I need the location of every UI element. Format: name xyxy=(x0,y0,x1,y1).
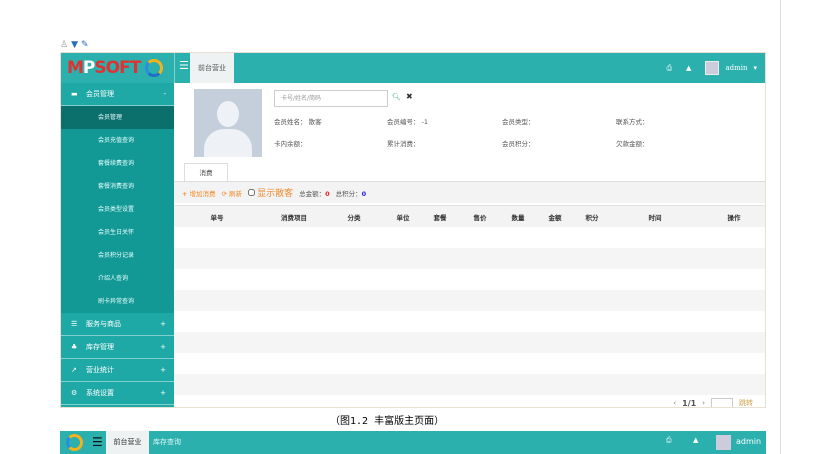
tab-front-desk[interactable]: 前台营业 xyxy=(106,431,149,454)
user-menu[interactable]: admin ▾ xyxy=(705,61,757,75)
sidebar-group-inventory[interactable]: ♣ 库存管理 + xyxy=(61,336,174,359)
tab-front-desk[interactable]: 前台营业 xyxy=(190,53,234,83)
sidebar-item[interactable]: 刷卡异常查询 xyxy=(61,290,174,313)
table-row xyxy=(174,227,765,248)
member-field: 会员编号： -1 xyxy=(387,118,429,126)
gears-icon: ⚙ xyxy=(71,389,78,397)
member-photo xyxy=(194,89,262,157)
sidebar-item[interactable]: 套餐消费查询 xyxy=(61,175,174,198)
column-header: 分类 xyxy=(347,214,361,222)
member-field: 卡内余额： xyxy=(274,140,307,148)
app-screenshot: MPSOFT ☰ 前台营业 ⎙ ▲ admin ▾ ▬ 会员管理 - 会员管理 会员充值… xyxy=(60,52,766,408)
wrench-icon[interactable]: ✎ xyxy=(81,40,89,52)
chart-icon: ↗ xyxy=(71,366,77,374)
column-header: 金额 xyxy=(548,214,562,222)
menu-icon[interactable]: ☰ xyxy=(92,435,103,449)
column-header: 单号 xyxy=(210,214,224,222)
member-field: 会员类型： xyxy=(502,118,535,126)
sidebar-group-goods[interactable]: ☰ 服务与商品 + xyxy=(61,313,174,336)
main-content: 卡号/姓名/简码 🔍︎ ✖ 会员姓名： 散客 会员编号： -1 会员类型： 联系方式… xyxy=(174,83,765,408)
sidebar-group-stats[interactable]: ↗ 营业统计 + xyxy=(61,359,174,382)
column-header: 消费项目 xyxy=(281,214,307,222)
clear-icon[interactable]: ✖ xyxy=(406,92,413,101)
sidebar-item[interactable]: 介绍人查询 xyxy=(61,267,174,290)
quick-toolbar: ♙ ▼ ✎ xyxy=(60,40,89,52)
print-icon[interactable]: ⎙ xyxy=(666,436,672,445)
tab-consumption[interactable]: 消费 xyxy=(184,163,228,181)
header: ☰ 前台营业 ⎙ ▲ admin ▾ xyxy=(174,53,765,83)
member-field: 累计消费： xyxy=(387,140,420,148)
member-field: 欠款金额： xyxy=(616,140,649,148)
sidebar-group-member[interactable]: ▬ 会员管理 - xyxy=(61,83,174,106)
table-row xyxy=(174,248,765,269)
table-row xyxy=(174,311,765,332)
user-icon[interactable]: ♙ xyxy=(60,40,68,52)
caret-down-icon: ▾ xyxy=(753,64,757,72)
avatar xyxy=(716,435,731,450)
sidebar-submenu: 会员管理 会员充值查询 套餐续费查询 套餐消费查询 会员类型设置 会员生日关怀 会员积分记录… xyxy=(61,106,174,313)
table-row xyxy=(174,374,765,395)
page-indicator: 1/1 xyxy=(682,398,697,408)
table-row xyxy=(174,269,765,290)
print-icon[interactable]: ⎙ xyxy=(666,64,672,73)
boxes-icon: ♣ xyxy=(71,343,78,351)
prev-page-icon[interactable]: ‹ xyxy=(673,399,676,407)
column-header: 时间 xyxy=(648,214,662,222)
figure-caption: （图1.2 丰富版主页面） xyxy=(330,416,445,427)
bell-icon[interactable]: ▲ xyxy=(686,64,691,72)
list-icon: ☰ xyxy=(71,320,78,328)
table-row xyxy=(174,332,765,353)
table-row xyxy=(174,290,765,311)
column-header: 售价 xyxy=(473,214,487,222)
sidebar-item[interactable]: 会员类型设置 xyxy=(61,198,174,221)
avatar xyxy=(705,61,720,75)
add-consumption-button[interactable]: + 增加消费 xyxy=(182,188,216,198)
sidebar-item[interactable]: 会员生日关怀 xyxy=(61,221,174,244)
search-icon[interactable]: 🔍︎ xyxy=(392,93,401,101)
refresh-button[interactable]: ⟳ 刷新 xyxy=(222,188,243,198)
logo-ring xyxy=(66,434,83,451)
go-button[interactable]: 跳转 xyxy=(739,398,753,407)
sidebar-item[interactable]: 会员管理 xyxy=(61,106,174,129)
next-page-icon[interactable]: › xyxy=(702,399,705,407)
card-icon: ▬ xyxy=(71,90,78,98)
tab-stock-query[interactable]: 库存查询 xyxy=(153,431,181,454)
table-header: 单号 消费项目 分类 单位 套餐 售价 数量 金额 积分 时间 操作 xyxy=(174,205,765,227)
toolbar: + 增加消费 ⟳ 刷新 显示散客 总金额：0 总积分：0 xyxy=(174,181,765,203)
logo: MPSOFT xyxy=(61,53,174,83)
sidebar-item[interactable]: 套餐续费查询 xyxy=(61,152,174,175)
column-header: 套餐 xyxy=(433,214,447,222)
user-name[interactable]: admin xyxy=(736,437,761,446)
sidebar-group-settings[interactable]: ⚙ 系统设置 + xyxy=(61,382,174,405)
second-screenshot-header: ☰ 前台营业 库存查询 ⎙ ▲ admin xyxy=(60,431,766,454)
show-guest-checkbox[interactable]: 显示散客 xyxy=(248,186,293,199)
column-header: 操作 xyxy=(727,214,741,222)
sidebar: ▬ 会员管理 - 会员管理 会员充值查询 套餐续费查询 套餐消费查询 会员类型设置 会员生日关… xyxy=(61,83,174,407)
shirt-icon[interactable]: ▼ xyxy=(71,40,78,52)
member-field: 联系方式： xyxy=(616,118,649,126)
pagination: ‹ 1/1 › 跳转 xyxy=(673,398,753,408)
page-border xyxy=(780,0,781,454)
column-header: 数量 xyxy=(511,214,525,222)
column-header: 积分 xyxy=(585,214,599,222)
column-header: 单位 xyxy=(396,214,410,222)
member-field: 会员姓名： 散客 xyxy=(274,118,322,126)
menu-icon[interactable]: ☰ xyxy=(179,60,189,71)
member-search-input[interactable]: 卡号/姓名/简码 xyxy=(274,90,388,107)
member-field: 会员积分： xyxy=(502,140,535,148)
sidebar-item[interactable]: 会员积分记录 xyxy=(61,244,174,267)
page-input[interactable] xyxy=(711,398,733,407)
table-row xyxy=(174,353,765,374)
bell-icon[interactable]: ▲ xyxy=(693,436,698,444)
sidebar-item[interactable]: 会员充值查询 xyxy=(61,129,174,152)
